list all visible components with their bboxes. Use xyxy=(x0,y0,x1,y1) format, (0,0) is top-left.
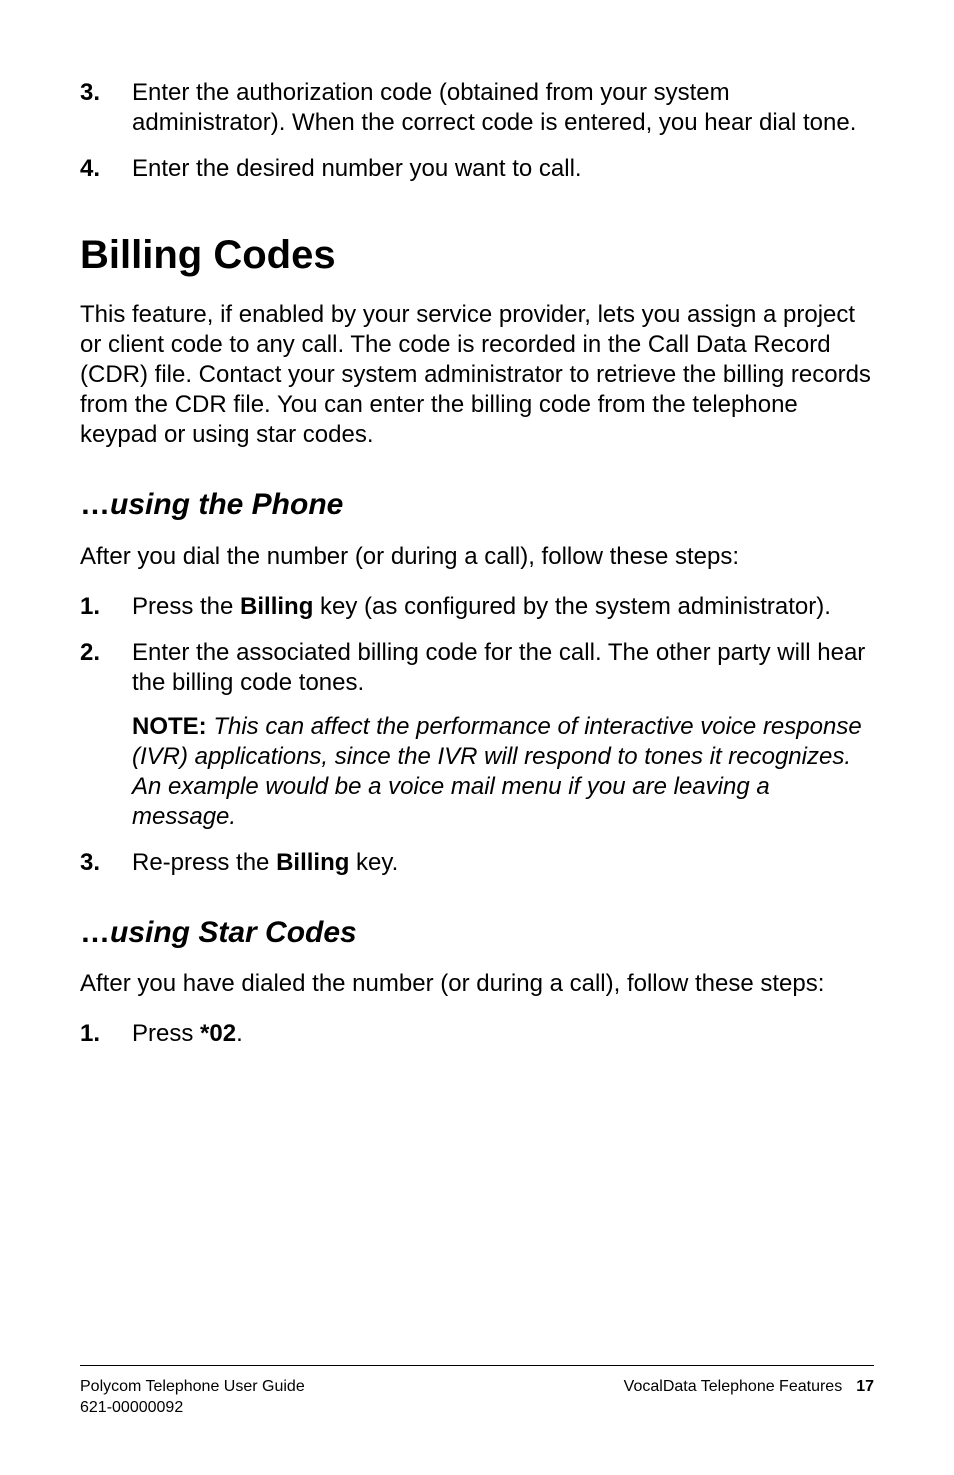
note-block: NOTE: This can affect the performance of… xyxy=(132,712,874,832)
list-item: 1. Press *02. xyxy=(80,1019,874,1049)
list-item-body: Enter the associated billing code for th… xyxy=(132,638,874,832)
subsection-intro: After you have dialed the number (or dur… xyxy=(80,969,874,999)
list-item-text: key. xyxy=(349,849,398,876)
footer-left: Polycom Telephone User Guide 621-0000009… xyxy=(80,1376,305,1419)
list-item: 1. Press the Billing key (as configured … xyxy=(80,592,874,622)
page-footer: Polycom Telephone User Guide 621-0000009… xyxy=(80,1365,874,1419)
list-item: 3. Enter the authorization code (obtaine… xyxy=(80,78,874,138)
list-item-text: Enter the desired number you want to cal… xyxy=(132,155,582,182)
list-item-body: Press *02. xyxy=(132,1019,874,1049)
list-item-number: 2. xyxy=(80,638,132,832)
subsection-title-using-star-codes: …using Star Codes xyxy=(80,914,874,952)
list-item-text: Press the xyxy=(132,593,240,620)
list-item-text-bold: *02 xyxy=(200,1020,236,1047)
list-item: 4. Enter the desired number you want to … xyxy=(80,154,874,184)
list-item-text: . xyxy=(236,1020,243,1047)
list-item-text: Re-press the xyxy=(132,849,276,876)
document-page: 3. Enter the authorization code (obtaine… xyxy=(0,0,954,1475)
list-item: 2. Enter the associated billing code for… xyxy=(80,638,874,832)
note-text: This can affect the performance of inter… xyxy=(132,713,862,830)
subsection-title-text: using the Phone xyxy=(110,488,343,521)
footer-right: VocalData Telephone Features 17 xyxy=(624,1376,874,1419)
footer-doc-number: 621-00000092 xyxy=(80,1397,305,1419)
footer-doc-title: Polycom Telephone User Guide xyxy=(80,1376,305,1398)
list-item-text: Enter the authorization code (obtained f… xyxy=(132,79,856,136)
list-item-body: Enter the authorization code (obtained f… xyxy=(132,78,874,138)
footer-rule xyxy=(80,1365,874,1366)
footer-section-title: VocalData Telephone Features xyxy=(624,1378,843,1395)
subsection-intro: After you dial the number (or during a c… xyxy=(80,542,874,572)
list-item-number: 3. xyxy=(80,848,132,878)
list-item-number: 1. xyxy=(80,1019,132,1049)
list-item: 3. Re-press the Billing key. xyxy=(80,848,874,878)
list-item-text: key (as configured by the system adminis… xyxy=(313,593,831,620)
section-intro: This feature, if enabled by your service… xyxy=(80,300,874,450)
subsection-title-using-the-phone: …using the Phone xyxy=(80,486,874,524)
list-item-text-bold: Billing xyxy=(276,849,349,876)
list-item-number: 4. xyxy=(80,154,132,184)
list-item-text: Press xyxy=(132,1020,200,1047)
footer-row: Polycom Telephone User Guide 621-0000009… xyxy=(80,1376,874,1419)
list-item-number: 1. xyxy=(80,592,132,622)
list-item-body: Press the Billing key (as configured by … xyxy=(132,592,874,622)
list-item-text-bold: Billing xyxy=(240,593,313,620)
subsection-dots: … xyxy=(80,916,110,949)
subsection-dots: … xyxy=(80,488,110,521)
subsection-title-text: using Star Codes xyxy=(110,916,357,949)
list-item-number: 3. xyxy=(80,78,132,138)
list-item-body: Re-press the Billing key. xyxy=(132,848,874,878)
footer-page-number: 17 xyxy=(856,1378,874,1395)
list-item-text: Enter the associated billing code for th… xyxy=(132,639,865,696)
list-item-body: Enter the desired number you want to cal… xyxy=(132,154,874,184)
note-label: NOTE: xyxy=(132,713,207,740)
section-title-billing-codes: Billing Codes xyxy=(80,230,874,280)
